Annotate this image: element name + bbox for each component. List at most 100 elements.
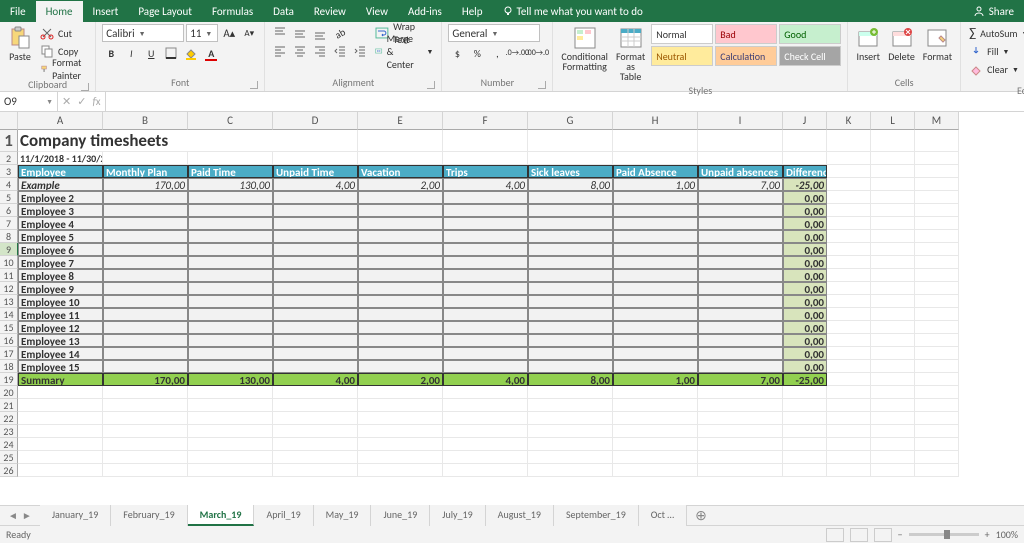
data-cell[interactable] <box>273 243 358 256</box>
data-cell[interactable] <box>528 204 613 217</box>
data-cell[interactable] <box>443 347 528 360</box>
cell[interactable] <box>188 451 273 464</box>
data-cell[interactable]: 4,00 <box>443 178 528 191</box>
align-left-button[interactable] <box>271 42 289 60</box>
nav-prev-icon[interactable]: ◄ <box>8 509 18 522</box>
row-header[interactable]: 18 <box>0 360 18 373</box>
cell[interactable] <box>358 464 443 477</box>
cell[interactable] <box>783 130 827 152</box>
row-header[interactable]: 24 <box>0 438 18 451</box>
cell[interactable] <box>871 295 915 308</box>
data-cell[interactable] <box>443 295 528 308</box>
zoom-out-button[interactable]: − <box>898 528 903 541</box>
cell[interactable] <box>273 464 358 477</box>
data-cell[interactable] <box>188 230 273 243</box>
column-header[interactable]: M <box>915 112 959 130</box>
cell[interactable] <box>871 269 915 282</box>
cell[interactable] <box>103 386 188 399</box>
data-cell[interactable] <box>188 295 273 308</box>
row-header[interactable]: 15 <box>0 321 18 334</box>
cell[interactable] <box>273 152 358 165</box>
clipboard-launcher[interactable] <box>81 83 89 91</box>
cell[interactable] <box>528 451 613 464</box>
worksheet-grid[interactable]: ABCDEFGHIJKLM1Company timesheets211/1/20… <box>0 112 1024 505</box>
data-cell[interactable] <box>528 269 613 282</box>
cell[interactable] <box>915 269 959 282</box>
row-header[interactable]: 26 <box>0 464 18 477</box>
align-bottom-button[interactable] <box>311 24 329 42</box>
cell[interactable] <box>827 386 871 399</box>
cell[interactable] <box>103 399 188 412</box>
data-cell[interactable] <box>443 256 528 269</box>
data-cell[interactable]: 0,00 <box>783 282 827 295</box>
cell[interactable] <box>103 464 188 477</box>
row-header[interactable]: 10 <box>0 256 18 269</box>
cell[interactable] <box>528 386 613 399</box>
cell[interactable] <box>103 438 188 451</box>
row-header[interactable]: 3 <box>0 165 18 178</box>
data-cell[interactable]: 0,00 <box>783 243 827 256</box>
data-cell[interactable] <box>273 295 358 308</box>
tab-file[interactable]: File <box>0 1 36 22</box>
cell-styles-gallery[interactable]: Normal Bad Good Neutral Calculation Chec… <box>651 24 841 66</box>
data-cell[interactable] <box>273 308 358 321</box>
cell[interactable] <box>827 243 871 256</box>
cell[interactable] <box>915 243 959 256</box>
delete-cells-button[interactable]: Delete <box>886 24 917 64</box>
data-cell[interactable]: 7,00 <box>698 178 783 191</box>
cell[interactable] <box>915 321 959 334</box>
cell[interactable] <box>871 243 915 256</box>
cell[interactable] <box>871 230 915 243</box>
cell[interactable] <box>915 295 959 308</box>
data-cell[interactable] <box>103 360 188 373</box>
tab-home[interactable]: Home <box>36 1 83 22</box>
data-cell[interactable] <box>698 191 783 204</box>
sheet-tab[interactable]: May_19 <box>314 505 372 526</box>
data-cell[interactable] <box>698 217 783 230</box>
tab-page-layout[interactable]: Page Layout <box>128 1 202 22</box>
cell[interactable] <box>273 438 358 451</box>
cell[interactable] <box>915 217 959 230</box>
cell[interactable] <box>528 464 613 477</box>
data-cell[interactable]: 0,00 <box>783 334 827 347</box>
data-cell[interactable] <box>358 360 443 373</box>
data-cell[interactable] <box>103 282 188 295</box>
column-header[interactable]: H <box>613 112 698 130</box>
cell[interactable] <box>871 282 915 295</box>
cell[interactable] <box>871 412 915 425</box>
cell[interactable] <box>358 130 443 152</box>
data-cell[interactable] <box>698 295 783 308</box>
data-cell[interactable] <box>698 308 783 321</box>
summary-cell[interactable]: 8,00 <box>528 373 613 386</box>
cell[interactable] <box>103 412 188 425</box>
tab-review[interactable]: Review <box>304 1 356 22</box>
data-cell[interactable] <box>613 191 698 204</box>
data-cell[interactable] <box>443 269 528 282</box>
sheet-tab[interactable]: June_19 <box>371 505 430 526</box>
decrease-font-button[interactable]: A▾ <box>240 24 258 42</box>
cell[interactable] <box>358 438 443 451</box>
data-cell[interactable] <box>273 282 358 295</box>
font-launcher[interactable] <box>250 81 258 89</box>
data-cell[interactable] <box>528 230 613 243</box>
cell[interactable] <box>358 412 443 425</box>
cell[interactable] <box>698 152 783 165</box>
data-cell[interactable] <box>273 269 358 282</box>
cell[interactable] <box>915 165 959 178</box>
page-layout-view-button[interactable] <box>850 528 868 542</box>
data-cell[interactable] <box>698 256 783 269</box>
cell[interactable] <box>443 386 528 399</box>
tab-insert[interactable]: Insert <box>83 1 129 22</box>
cell[interactable] <box>915 282 959 295</box>
data-cell[interactable] <box>528 360 613 373</box>
cell[interactable] <box>871 386 915 399</box>
employee-name[interactable]: Employee 8 <box>18 269 103 282</box>
employee-name[interactable]: Employee 11 <box>18 308 103 321</box>
data-cell[interactable] <box>273 217 358 230</box>
data-cell[interactable]: 0,00 <box>783 321 827 334</box>
cell[interactable] <box>827 464 871 477</box>
cell[interactable] <box>827 256 871 269</box>
cell[interactable] <box>613 386 698 399</box>
data-cell[interactable] <box>698 269 783 282</box>
data-cell[interactable] <box>528 282 613 295</box>
